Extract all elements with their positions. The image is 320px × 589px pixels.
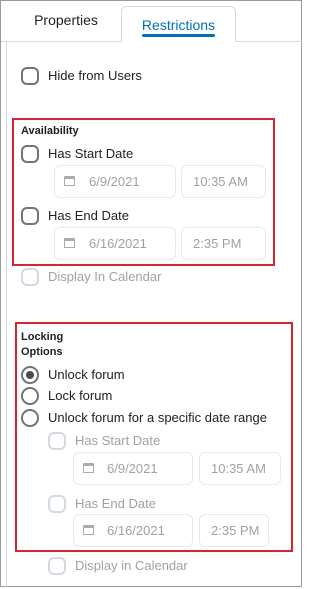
- radio-lock-forum-label: Lock forum: [48, 388, 113, 403]
- locking-start-date-checkbox[interactable]: [48, 432, 66, 450]
- locking-display-in-calendar-label: Display in Calendar: [75, 558, 188, 573]
- locking-end-date-checkbox[interactable]: [48, 495, 66, 513]
- locking-end-date-input[interactable]: 6/16/2021: [73, 514, 193, 547]
- locking-start-date-value: 6/9/2021: [107, 461, 158, 476]
- locking-end-date-value: 6/16/2021: [107, 523, 165, 538]
- locking-heading-line2: Options: [21, 346, 63, 358]
- availability-end-date-checkbox[interactable]: [21, 207, 39, 225]
- availability-start-date-input[interactable]: 6/9/2021: [54, 165, 176, 198]
- locking-start-time-value: 10:35 AM: [211, 461, 266, 476]
- locking-end-date-label: Has End Date: [75, 496, 156, 511]
- availability-start-time-value: 10:35 AM: [193, 174, 248, 189]
- tab-properties[interactable]: Properties: [20, 0, 112, 40]
- availability-end-time-value: 2:35 PM: [193, 236, 242, 251]
- content-left-border: [6, 42, 7, 587]
- tab-properties-label: Properties: [34, 12, 98, 28]
- radio-unlock-date-range[interactable]: [21, 409, 39, 427]
- calendar-icon: [64, 176, 75, 186]
- availability-end-date-label: Has End Date: [48, 208, 129, 223]
- availability-start-date-value: 6/9/2021: [89, 174, 140, 189]
- locking-heading-line1: Locking: [21, 331, 64, 343]
- tab-restrictions-label: Restrictions: [141, 16, 216, 33]
- radio-unlock-forum[interactable]: [21, 366, 39, 384]
- availability-display-in-calendar-label: Display In Calendar: [48, 269, 162, 284]
- availability-display-in-calendar-checkbox[interactable]: [21, 268, 39, 286]
- availability-end-time-input[interactable]: 2:35 PM: [181, 227, 266, 260]
- hide-from-users-label: Hide from Users: [48, 68, 142, 83]
- calendar-icon: [83, 525, 94, 535]
- locking-start-time-input[interactable]: 10:35 AM: [199, 452, 281, 485]
- availability-start-date-checkbox[interactable]: [21, 145, 39, 163]
- locking-end-time-input[interactable]: 2:35 PM: [199, 514, 269, 547]
- locking-start-date-input[interactable]: 6/9/2021: [73, 452, 193, 485]
- availability-end-date-input[interactable]: 6/16/2021: [54, 227, 176, 260]
- radio-unlock-date-range-label: Unlock forum for a specific date range: [48, 410, 267, 425]
- radio-unlock-forum-label: Unlock forum: [48, 367, 125, 382]
- tab-restrictions[interactable]: Restrictions: [121, 6, 236, 42]
- availability-end-date-value: 6/16/2021: [89, 236, 147, 251]
- availability-start-date-label: Has Start Date: [48, 146, 134, 161]
- availability-start-time-input[interactable]: 10:35 AM: [181, 165, 266, 198]
- locking-end-time-value: 2:35 PM: [211, 523, 260, 538]
- locking-start-date-label: Has Start Date: [75, 433, 161, 448]
- active-tab-indicator: [142, 34, 215, 37]
- calendar-icon: [83, 463, 94, 473]
- locking-display-in-calendar-checkbox[interactable]: [48, 557, 66, 575]
- hide-from-users-checkbox[interactable]: [21, 67, 39, 85]
- radio-lock-forum[interactable]: [21, 387, 39, 405]
- availability-heading: Availability: [21, 125, 79, 137]
- calendar-icon: [64, 238, 75, 248]
